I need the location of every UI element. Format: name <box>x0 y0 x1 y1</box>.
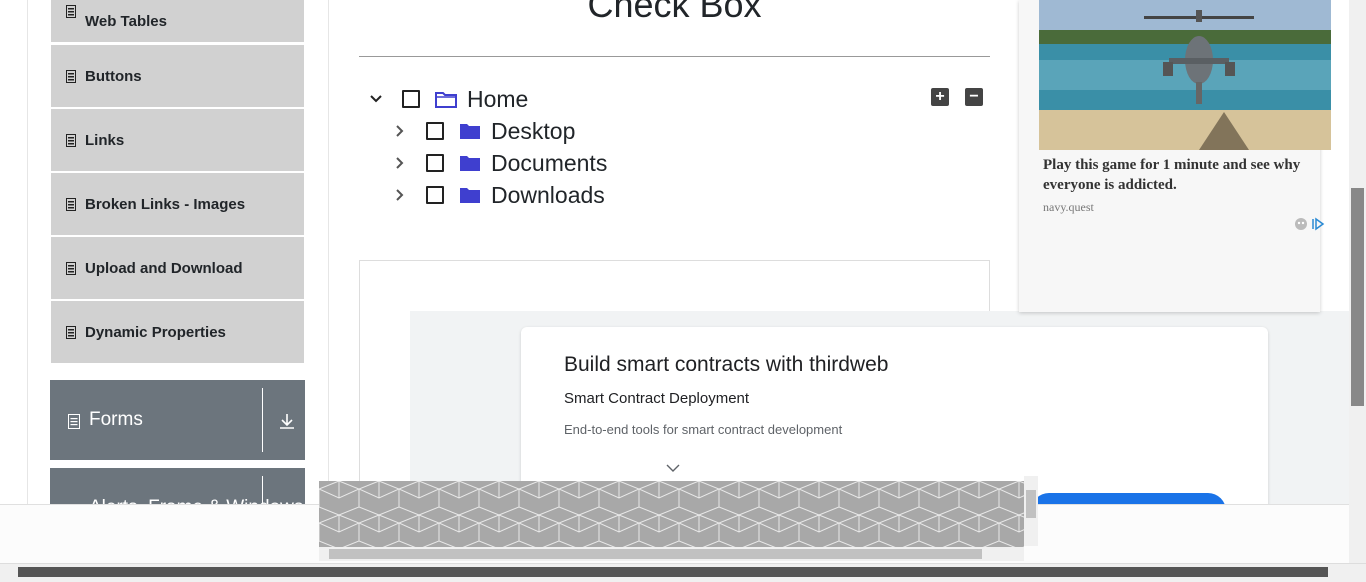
tree-node-label[interactable]: Downloads <box>491 182 605 209</box>
banner-hscroll[interactable] <box>319 547 1024 561</box>
ad-headline[interactable]: Play this game for 1 minute and see why … <box>1043 155 1319 195</box>
scroll-thumb[interactable] <box>329 549 982 559</box>
scroll-thumb[interactable] <box>1351 188 1364 406</box>
group-label: Forms <box>89 409 143 430</box>
sidebar-item-label: Upload and Download <box>85 259 243 277</box>
download-icon[interactable] <box>278 412 296 436</box>
ad-subheadline: Smart Contract Deployment <box>564 390 750 407</box>
sidebar-group-forms[interactable]: Forms <box>50 380 305 460</box>
sidebar-group-alerts[interactable]: Alerts, Frame & Windows <box>50 468 305 505</box>
sidebar-left-border <box>27 0 28 505</box>
tree-node-home[interactable]: Home <box>367 83 528 115</box>
sidebar-item-web-tables[interactable]: Web Tables <box>51 0 304 42</box>
chevron-down-icon[interactable] <box>367 90 385 108</box>
sidebar-item-links[interactable]: Links <box>51 109 304 171</box>
chevron-right-icon[interactable] <box>391 122 409 140</box>
ad-choices-icon[interactable] <box>1293 217 1325 236</box>
banner-vscroll[interactable] <box>1024 476 1038 546</box>
sidebar-item-label: Web Tables <box>85 12 167 30</box>
tree-node-downloads[interactable]: Downloads <box>391 179 605 211</box>
folder-open-icon <box>435 90 457 108</box>
right-ad[interactable]: Play this game for 1 minute and see why … <box>1019 0 1331 312</box>
divider <box>262 388 263 452</box>
banner-ad[interactable] <box>319 481 1024 547</box>
list-icon <box>65 4 77 18</box>
sidebar-item-broken-links[interactable]: Broken Links - Images <box>51 173 304 235</box>
checkbox[interactable] <box>426 186 444 204</box>
scroll-thumb[interactable] <box>1026 490 1036 518</box>
sidebar-item-buttons[interactable]: Buttons <box>51 45 304 107</box>
ad-image[interactable] <box>1039 0 1331 150</box>
checkbox[interactable] <box>426 122 444 140</box>
sidebar-item-label: Links <box>85 131 125 149</box>
list-icon <box>65 261 77 275</box>
expand-all-button[interactable]: + <box>931 88 949 106</box>
collapse-all-button[interactable]: − <box>965 88 983 106</box>
chevron-right-icon[interactable] <box>391 186 409 204</box>
checkbox[interactable] <box>426 154 444 172</box>
sidebar-item-label: Dynamic Properties <box>85 323 226 341</box>
sidebar-item-upload-download[interactable]: Upload and Download <box>51 237 304 299</box>
sidebar-item-label: Buttons <box>85 67 142 85</box>
tree-node-documents[interactable]: Documents <box>391 147 607 179</box>
divider <box>262 476 263 505</box>
checkbox[interactable] <box>402 90 420 108</box>
ad-headline[interactable]: Build smart contracts with thirdweb <box>564 353 888 377</box>
title-divider <box>359 56 990 57</box>
sidebar-right-border <box>328 0 329 505</box>
folder-icon <box>459 154 481 172</box>
chevron-down-icon[interactable] <box>666 460 680 478</box>
tree-node-label[interactable]: Desktop <box>491 118 575 145</box>
sidebar-item-label: Broken Links - Images <box>85 195 246 213</box>
tree-node-label[interactable]: Home <box>467 86 528 113</box>
tree-node-desktop[interactable]: Desktop <box>391 115 575 147</box>
chevron-right-icon[interactable] <box>391 154 409 172</box>
scroll-thumb[interactable] <box>18 567 1328 577</box>
folder-icon <box>459 186 481 204</box>
list-icon <box>65 69 77 83</box>
page-title: Check Box <box>587 0 762 25</box>
sidebar-item-dynamic-properties[interactable]: Dynamic Properties <box>51 301 304 363</box>
folder-icon <box>459 122 481 140</box>
form-icon <box>68 413 80 435</box>
ad-description: End-to-end tools for smart contract deve… <box>564 422 843 437</box>
list-icon <box>65 133 77 147</box>
list-icon <box>65 325 77 339</box>
ad-domain[interactable]: navy.quest <box>1043 200 1094 215</box>
tree-node-label[interactable]: Documents <box>491 150 607 177</box>
list-icon <box>65 197 77 211</box>
